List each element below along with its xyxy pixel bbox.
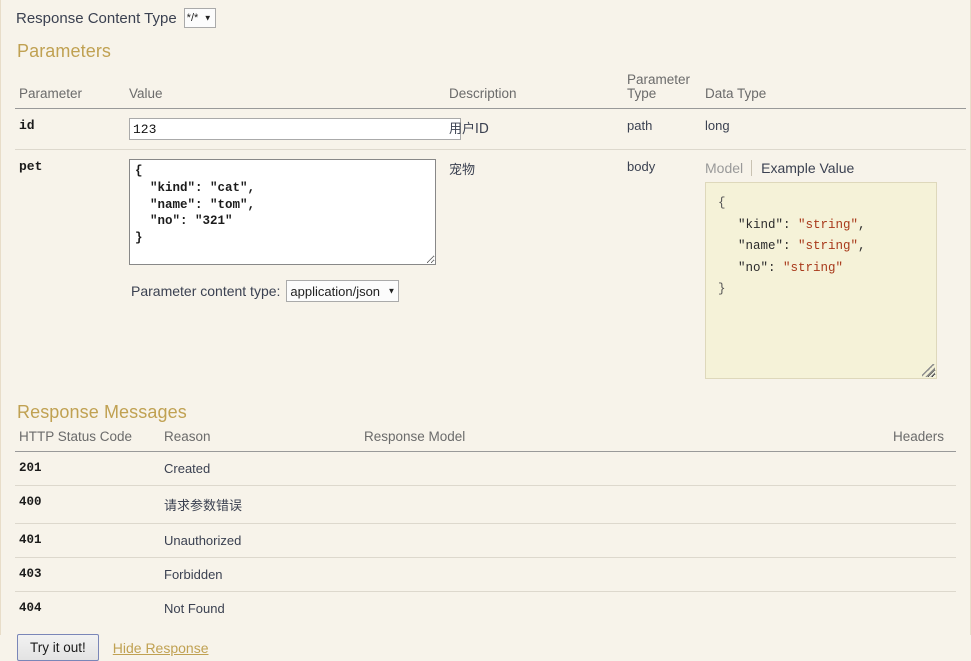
param-type-id: path: [623, 108, 701, 151]
parameter-content-type-select-wrap[interactable]: application/json: [286, 280, 400, 303]
resize-handle-icon[interactable]: [922, 364, 935, 378]
example-sep: :: [783, 239, 799, 254]
example-key: "name": [738, 239, 784, 254]
param-description-pet: 宠物: [449, 163, 476, 179]
status-reason: Forbidden: [160, 557, 360, 593]
status-code: 201: [15, 451, 160, 487]
table-row: 401 Unauthorized: [15, 523, 956, 559]
header-reason: Reason: [160, 427, 360, 453]
example-value: "string": [783, 260, 844, 275]
header-description: Description: [445, 71, 623, 110]
status-code: 400: [15, 485, 160, 525]
status-headers: [780, 523, 956, 559]
status-code: 403: [15, 557, 160, 593]
status-reason: Created: [160, 451, 360, 487]
response-content-type-select[interactable]: */*: [183, 8, 216, 28]
operation-content: Response Content Type */* Parameters Par…: [0, 0, 971, 661]
param-model-cell: Model Example Value { "kind": "string", …: [701, 150, 966, 389]
operation-footer: Try it out! Hide Response: [17, 634, 956, 661]
table-row: 400 请求参数错误: [15, 485, 956, 525]
status-reason: Unauthorized: [160, 523, 360, 559]
try-it-out-button[interactable]: Try it out!: [17, 634, 99, 661]
param-type-pet: body: [627, 159, 656, 175]
param-value-pet-cell: { "kind": "cat", "name": "tom", "no": "3…: [125, 150, 445, 389]
status-reason: Not Found: [164, 601, 225, 617]
response-messages-header-row: HTTP Status Code Reason Response Model H…: [15, 427, 956, 453]
id-input[interactable]: [129, 118, 461, 141]
param-value-id-cell: [125, 108, 461, 151]
header-http-status-code: HTTP Status Code: [15, 427, 160, 453]
response-messages-heading: Response Messages: [17, 402, 187, 423]
parameter-content-type-label: Parameter content type:: [131, 283, 281, 300]
header-headers: Headers: [780, 427, 956, 453]
parameter-content-type-select[interactable]: application/json: [286, 280, 400, 303]
table-row: 201 Created: [15, 451, 956, 487]
header-parameter-type-line2: Type: [627, 86, 657, 102]
table-row: id 用户ID path long: [15, 108, 966, 151]
example-comma: ,: [858, 217, 866, 232]
table-row: 403 Forbidden: [15, 557, 956, 593]
param-name-pet: pet: [19, 159, 43, 175]
header-data-type: Data Type: [701, 71, 966, 110]
example-line: "no": "string": [718, 258, 924, 280]
status-headers: [780, 485, 956, 525]
status-headers: [780, 557, 956, 593]
status-code: 404: [19, 601, 42, 616]
pet-body-textarea[interactable]: { "kind": "cat", "name": "tom", "no": "3…: [129, 159, 436, 266]
status-headers: [780, 592, 956, 626]
status-response-model: [360, 592, 780, 626]
header-parameter: Parameter: [15, 71, 125, 110]
status-code: 401: [15, 523, 160, 559]
example-sep: :: [783, 217, 799, 232]
response-content-type-select-wrap[interactable]: */*: [183, 8, 216, 28]
status-response-model: [360, 451, 780, 487]
parameters-table: Parameter Value Description Parameter Ty…: [15, 71, 966, 388]
model-tabs: Model Example Value: [705, 160, 962, 177]
response-content-type-label: Response Content Type: [16, 9, 177, 27]
status-response-model: [360, 557, 780, 593]
example-sep: :: [768, 260, 784, 275]
tab-example-value[interactable]: Example Value: [751, 160, 862, 177]
example-value: "string": [798, 239, 859, 254]
example-value-box[interactable]: { "kind": "string", "name": "string", "n…: [705, 182, 937, 380]
table-row: 404 Not Found: [15, 592, 956, 626]
response-content-type-row: Response Content Type */*: [16, 6, 956, 35]
example-line: "name": "string",: [718, 236, 924, 258]
tab-model[interactable]: Model: [705, 160, 751, 176]
header-parameter-type-line1: Parameter: [627, 72, 691, 87]
example-comma: ,: [858, 239, 866, 254]
response-messages-table: HTTP Status Code Reason Response Model H…: [15, 427, 956, 625]
param-name-id: id: [15, 108, 125, 151]
header-value: Value: [125, 71, 445, 110]
example-key: "no": [738, 260, 769, 275]
table-row: pet { "kind": "cat", "name": "tom", "no"…: [15, 150, 966, 389]
parameter-content-type-row: Parameter content type: application/json: [131, 280, 441, 303]
status-response-model: [360, 523, 780, 559]
param-description-id: 用户ID: [445, 108, 623, 151]
parameters-table-header-row: Parameter Value Description Parameter Ty…: [15, 71, 966, 110]
header-parameter-type: Parameter Type: [623, 71, 701, 110]
example-key: "kind": [738, 217, 784, 232]
status-response-model: [360, 485, 780, 525]
header-response-model: Response Model: [360, 427, 780, 453]
example-close-brace: }: [718, 282, 726, 297]
example-open-brace: {: [718, 196, 726, 211]
hide-response-link[interactable]: Hide Response: [113, 640, 209, 656]
example-value: "string": [798, 217, 859, 232]
status-reason: 请求参数错误: [160, 485, 360, 525]
param-datatype-id: long: [701, 108, 966, 151]
example-line: "kind": "string",: [718, 215, 924, 237]
parameters-heading: Parameters: [17, 41, 112, 61]
status-headers: [780, 451, 956, 487]
